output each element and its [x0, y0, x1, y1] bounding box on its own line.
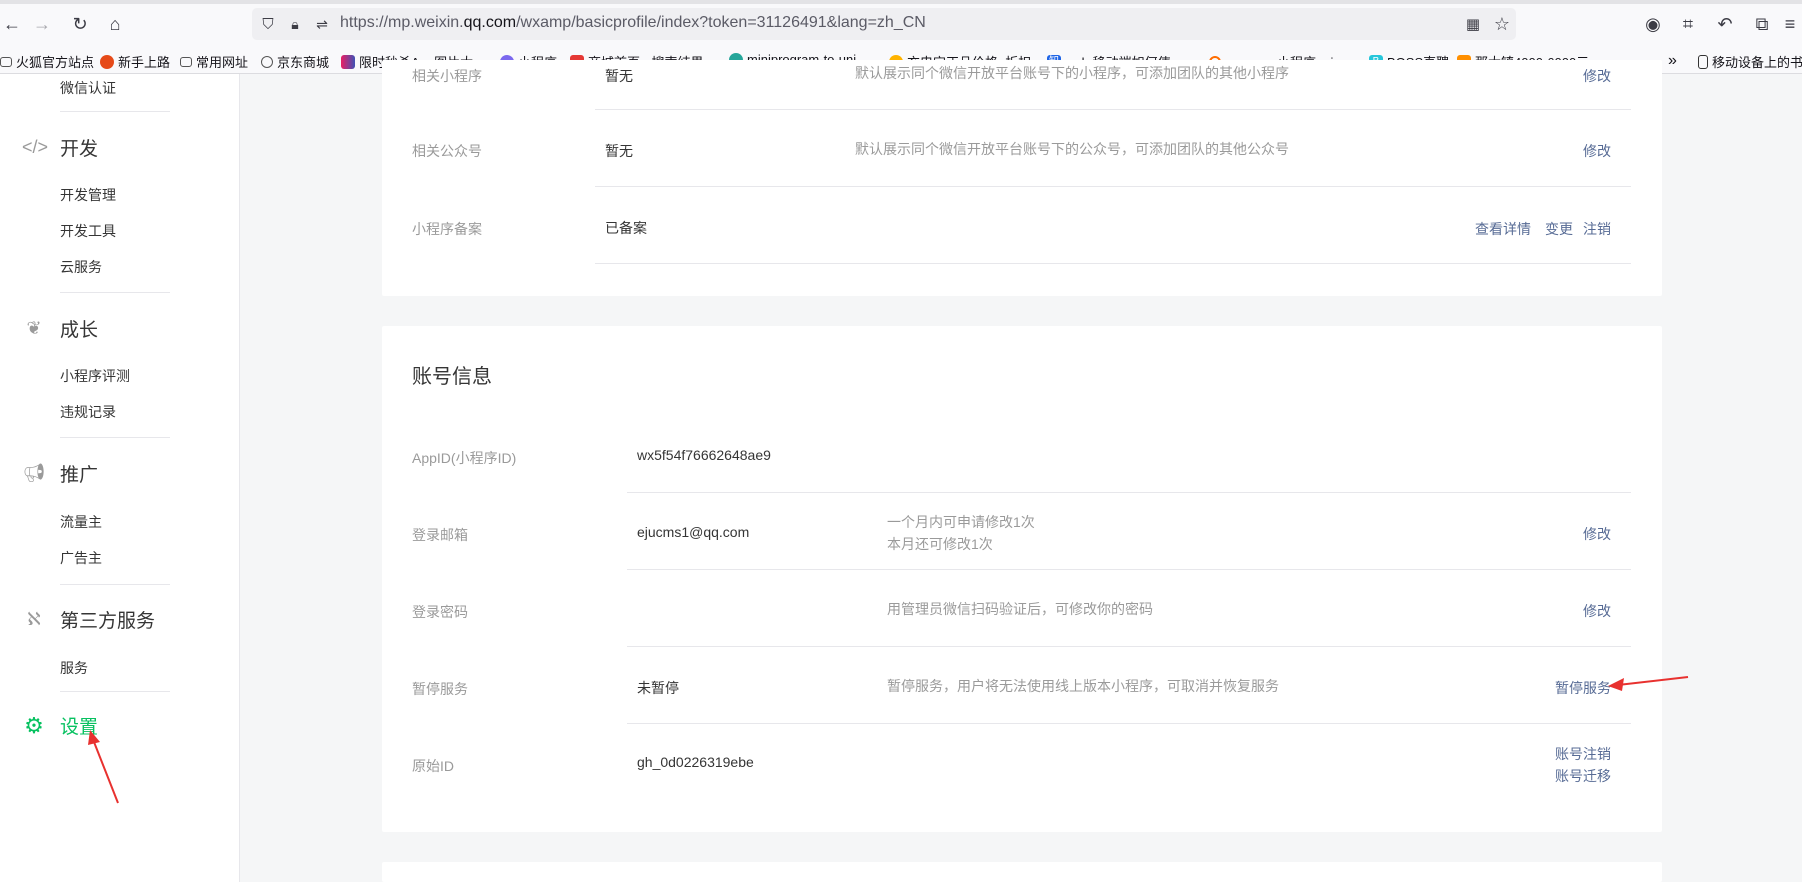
- annotation-arrows: [88, 676, 1689, 804]
- annotation-arrow-settings: [93, 741, 119, 804]
- arrowhead: [1608, 678, 1624, 691]
- arrowhead: [88, 730, 100, 745]
- annotation-arrow-suspend: [1617, 676, 1689, 686]
